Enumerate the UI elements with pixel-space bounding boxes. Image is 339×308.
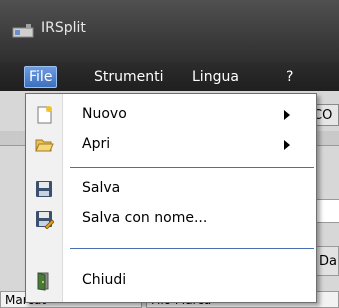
submenu-arrow-icon bbox=[284, 110, 290, 120]
exit-door-icon bbox=[37, 272, 49, 291]
menu-help[interactable]: ? bbox=[282, 67, 297, 87]
floppy-save-as-icon bbox=[36, 211, 54, 229]
menu-item-chiudi[interactable]: Chiudi bbox=[26, 266, 316, 296]
new-document-icon bbox=[37, 106, 52, 124]
menu-separator bbox=[70, 167, 314, 168]
menu-item-label: Apri bbox=[82, 136, 111, 152]
menu-item-salva[interactable]: Salva bbox=[26, 174, 316, 204]
menu-strumenti[interactable]: Strumenti bbox=[90, 67, 168, 87]
menu-item-label: Nuovo bbox=[82, 106, 127, 122]
file-menu-dropdown: Nuovo Apri Salva Salva con nome... Chiud… bbox=[25, 93, 317, 303]
menu-file[interactable]: File bbox=[24, 66, 58, 88]
submenu-arrow-icon bbox=[284, 140, 290, 150]
menu-item-salva-con-nome[interactable]: Salva con nome... bbox=[26, 204, 316, 234]
menu-lingua[interactable]: Lingua bbox=[188, 67, 243, 87]
menu-separator bbox=[70, 248, 314, 249]
window-title: IRSplit bbox=[41, 20, 86, 36]
title-bar: IRSplit bbox=[0, 0, 339, 62]
menu-item-label: Chiudi bbox=[82, 272, 127, 288]
menu-item-nuovo[interactable]: Nuovo bbox=[26, 100, 316, 130]
menu-item-label: Salva con nome... bbox=[82, 210, 208, 226]
open-folder-icon bbox=[35, 139, 54, 152]
app-logo-icon bbox=[12, 24, 34, 38]
menu-bar: File Strumenti Lingua ? bbox=[0, 62, 339, 91]
menu-item-apri[interactable]: Apri bbox=[26, 130, 316, 160]
floppy-save-icon bbox=[36, 181, 52, 197]
menu-item-label: Salva bbox=[82, 180, 121, 196]
